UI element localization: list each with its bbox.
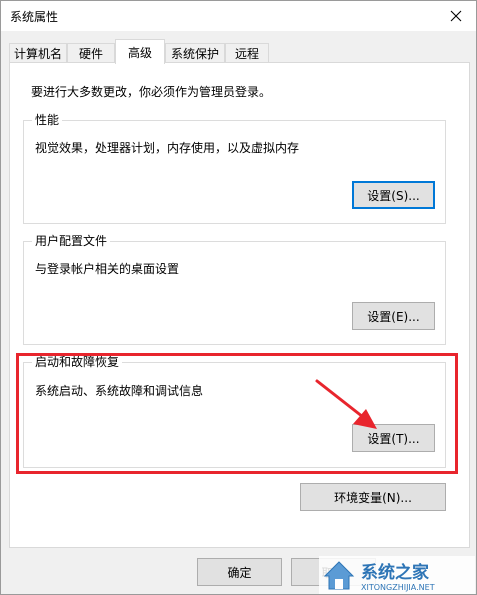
- tab-hardware[interactable]: 硬件: [67, 43, 115, 63]
- performance-title: 性能: [32, 113, 63, 127]
- window-title: 系统属性: [10, 10, 59, 24]
- user-profiles-settings-button[interactable]: 设置(E)...: [352, 302, 435, 330]
- highlight-annotation-box: [16, 353, 458, 474]
- tab-system-protection[interactable]: 系统保护: [165, 43, 225, 63]
- user-profiles-title: 用户配置文件: [32, 234, 111, 248]
- performance-group: 性能 视觉效果，处理器计划，内存使用，以及虚拟内存 设置(S)...: [23, 113, 446, 224]
- system-properties-window: 系统属性 计算机名 硬件 高级 系统保护 远程 要进行大多数更改，你必须作为管理…: [0, 0, 477, 595]
- tab-computer-name[interactable]: 计算机名: [9, 43, 67, 63]
- tab-advanced[interactable]: 高级: [115, 39, 165, 64]
- performance-description: 视觉效果，处理器计划，内存使用，以及虚拟内存: [35, 141, 300, 155]
- tab-strip: 计算机名 硬件 高级 系统保护 远程: [9, 39, 469, 64]
- close-icon: [450, 10, 462, 22]
- close-button[interactable]: [436, 1, 476, 31]
- watermark-brand: 系统之家: [361, 562, 429, 583]
- ok-button[interactable]: 确定: [197, 558, 282, 586]
- environment-variables-button[interactable]: 环境变量(N)...: [300, 483, 446, 511]
- title-bar: 系统属性: [1, 1, 476, 31]
- red-arrow-annotation: [315, 379, 377, 429]
- admin-notice: 要进行大多数更改，你必须作为管理员登录。: [31, 85, 272, 99]
- tab-remote[interactable]: 远程: [225, 43, 269, 63]
- watermark-url: XITONGZHIJIA.NET: [361, 583, 435, 592]
- user-profiles-description: 与登录帐户相关的桌面设置: [35, 262, 180, 276]
- user-profiles-group: 用户配置文件 与登录帐户相关的桌面设置 设置(E)...: [23, 234, 446, 345]
- performance-settings-button[interactable]: 设置(S)...: [352, 181, 435, 209]
- watermark-logo: 系统之家 XITONGZHIJIA.NET: [319, 556, 475, 594]
- advanced-tab-panel: 要进行大多数更改，你必须作为管理员登录。 性能 视觉效果，处理器计划，内存使用，…: [9, 62, 470, 548]
